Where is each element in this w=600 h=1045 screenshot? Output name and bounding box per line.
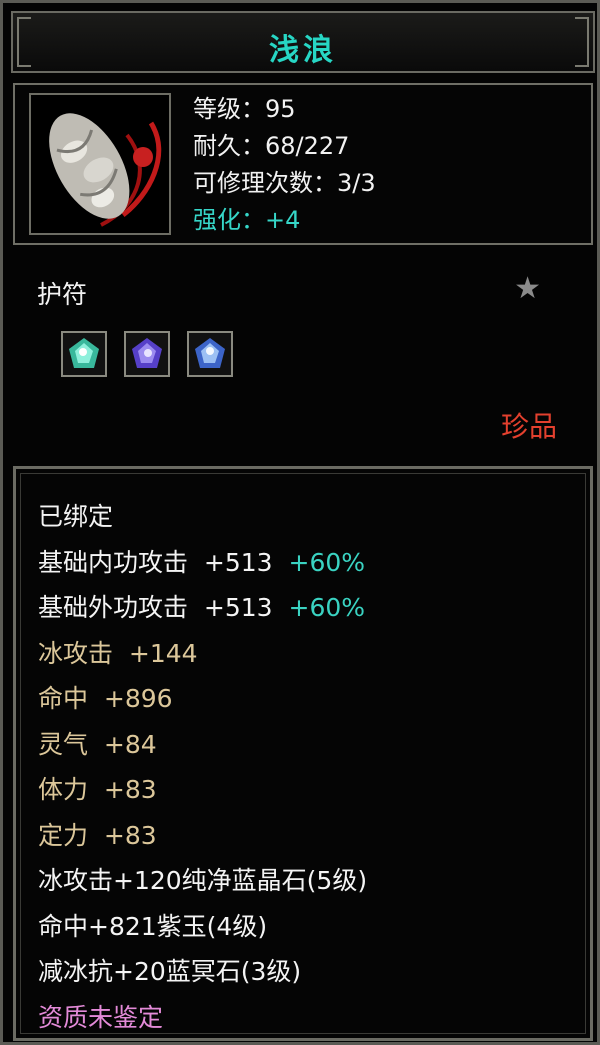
attr-row: 定力 +83 (38, 820, 157, 850)
attr-row: 基础内功攻击 +513 +60% (38, 547, 366, 577)
level-row: 等级：95 (193, 95, 296, 123)
detail-list: 已绑定 基础内功攻击 +513 +60% 基础外功攻击 +513 +60% 冰攻… (38, 494, 367, 1040)
green-gem-icon[interactable] (61, 331, 107, 377)
rarity-label: 珍品 (500, 410, 557, 443)
socket-line: 减冰抗+20蓝冥石(3级) (38, 957, 302, 986)
attr-row: 命中 +896 (38, 684, 173, 713)
star-icon[interactable]: ★ (514, 271, 541, 306)
item-tooltip: 浅浪 等级：95 耐久：68/227 可修理次数：3/3 强化：+4 护符 ★ … (0, 0, 600, 1045)
aptitude-status: 资质未鉴定 (38, 1002, 164, 1032)
enhance-row: 强化：+4 (193, 206, 301, 234)
item-details-panel: 已绑定 基础内功攻击 +513 +60% 基础外功攻击 +513 +60% 冰攻… (13, 466, 593, 1041)
socket-line: 冰攻击+120纯净蓝晶石(5级) (38, 866, 368, 895)
attr-row: 灵气 +84 (38, 729, 157, 759)
item-stats: 等级：95 耐久：68/227 可修理次数：3/3 强化：+4 (193, 91, 376, 239)
item-type: 护符 (37, 280, 88, 309)
durability-row: 耐久：68/227 (193, 132, 350, 160)
attr-row: 体力 +83 (38, 775, 157, 804)
blue-gem-icon[interactable] (187, 331, 233, 377)
item-type-section: 护符 ★ 珍品 (13, 253, 593, 458)
socket-line: 命中+821紫玉(4级) (38, 911, 268, 941)
item-info-panel: 等级：95 耐久：68/227 可修理次数：3/3 强化：+4 (13, 83, 593, 245)
jade-pendant-icon (29, 93, 171, 235)
purple-gem-icon[interactable] (124, 331, 170, 377)
attr-row: 冰攻击 +144 (38, 638, 198, 668)
title-bar: 浅浪 (11, 11, 595, 73)
attr-row: 基础外功攻击 +513 +60% (38, 593, 366, 622)
repair-row: 可修理次数：3/3 (193, 169, 376, 197)
item-name: 浅浪 (269, 33, 337, 68)
bound-status: 已绑定 (38, 502, 114, 531)
